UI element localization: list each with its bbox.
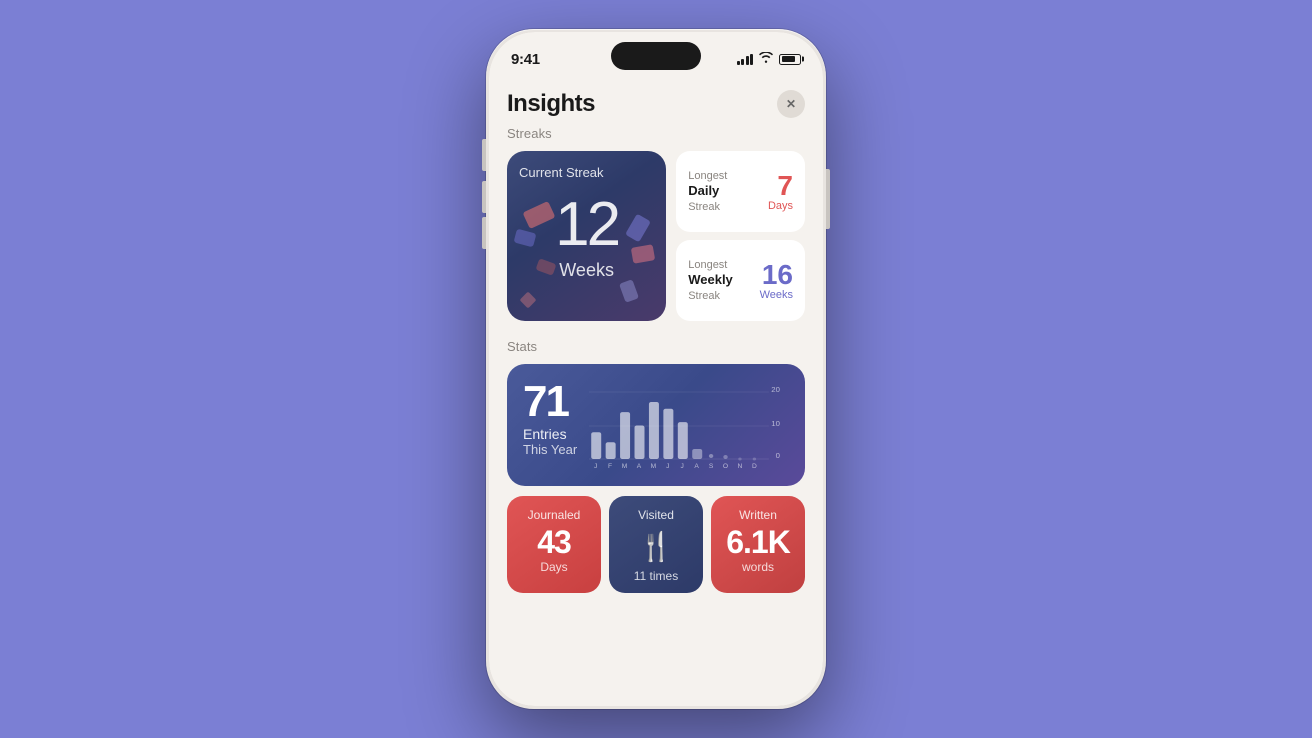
written-unit: words: [742, 560, 774, 574]
daily-streak-number: 7: [768, 172, 793, 200]
weekly-streak-number: 16: [760, 261, 793, 289]
wifi-icon: [759, 52, 773, 66]
svg-text:D: D: [752, 463, 757, 470]
svg-text:A: A: [695, 463, 700, 470]
stats-section: Stats 71 Entries This Year: [507, 339, 805, 593]
weekly-streak-value: 16 Weeks: [760, 261, 793, 301]
svg-text:J: J: [666, 463, 669, 470]
visited-card: Visited 🍴 11 times: [609, 496, 703, 593]
current-streak-unit: Weeks: [519, 260, 654, 281]
written-value: 6.1K: [726, 526, 790, 558]
entries-number: 71: [523, 380, 577, 424]
app-header: Insights ✕: [489, 76, 823, 126]
svg-text:F: F: [608, 463, 612, 470]
streaks-section: Streaks: [507, 126, 805, 321]
entries-chart: 20 10 0: [589, 380, 789, 470]
journaled-label: Journaled: [528, 508, 581, 522]
battery-icon: [779, 54, 801, 65]
dynamic-island: [611, 42, 701, 70]
journaled-unit: Days: [540, 560, 567, 574]
svg-text:A: A: [637, 463, 642, 470]
status-time: 9:41: [511, 51, 540, 68]
weekly-streak-card: Longest Weekly Streak 16 Weeks: [676, 240, 805, 321]
fork-knife-icon: 🍴: [639, 530, 674, 563]
weekly-streak-label: Longest Weekly Streak: [688, 258, 733, 303]
visited-label: Visited: [638, 508, 674, 522]
scroll-area[interactable]: Streaks: [489, 126, 823, 706]
daily-streak-card: Longest Daily Streak 7 Days: [676, 151, 805, 232]
svg-text:10: 10: [771, 419, 780, 428]
entries-label: Entries This Year: [523, 426, 577, 457]
svg-text:O: O: [723, 463, 728, 470]
daily-streak-unit: Days: [768, 200, 793, 212]
streaks-label: Streaks: [507, 126, 805, 141]
svg-text:S: S: [709, 463, 713, 470]
bottom-stats: Journaled 43 Days Visited 🍴 11 times: [507, 496, 805, 593]
phone-screen: 9:41: [489, 32, 823, 706]
entries-left: 71 Entries This Year: [523, 380, 577, 457]
svg-text:J: J: [594, 463, 597, 470]
journaled-value: 43: [537, 526, 571, 558]
entries-card: 71 Entries This Year 20 10 0: [507, 364, 805, 486]
status-icons: [737, 52, 802, 66]
written-label: Written: [739, 508, 777, 522]
journaled-card: Journaled 43 Days: [507, 496, 601, 593]
weekly-streak-unit: Weeks: [760, 289, 793, 301]
daily-streak-label: Longest Daily Streak: [688, 169, 727, 214]
visited-value: 11 times: [634, 569, 678, 583]
app-content: Insights ✕ Streaks: [489, 76, 823, 706]
phone-frame: 9:41: [486, 29, 826, 709]
svg-text:20: 20: [771, 385, 780, 394]
current-streak-number: 12: [519, 194, 654, 256]
stats-label: Stats: [507, 339, 805, 354]
svg-text:M: M: [622, 463, 628, 470]
close-button[interactable]: ✕: [777, 90, 805, 118]
signal-icon: [737, 54, 754, 65]
svg-text:M: M: [651, 463, 657, 470]
svg-text:0: 0: [776, 451, 780, 460]
daily-streak-value: 7 Days: [768, 172, 793, 212]
right-streak-cards: Longest Daily Streak 7 Days: [676, 151, 805, 321]
chart-svg: 20 10 0: [589, 380, 789, 470]
streaks-grid: Current Streak 12 Weeks Longest Daily: [507, 151, 805, 321]
page-title: Insights: [507, 90, 595, 118]
svg-text:N: N: [738, 463, 743, 470]
written-card: Written 6.1K words: [711, 496, 805, 593]
current-streak-card: Current Streak 12 Weeks: [507, 151, 666, 321]
svg-text:J: J: [681, 463, 684, 470]
current-streak-title: Current Streak: [519, 165, 654, 180]
